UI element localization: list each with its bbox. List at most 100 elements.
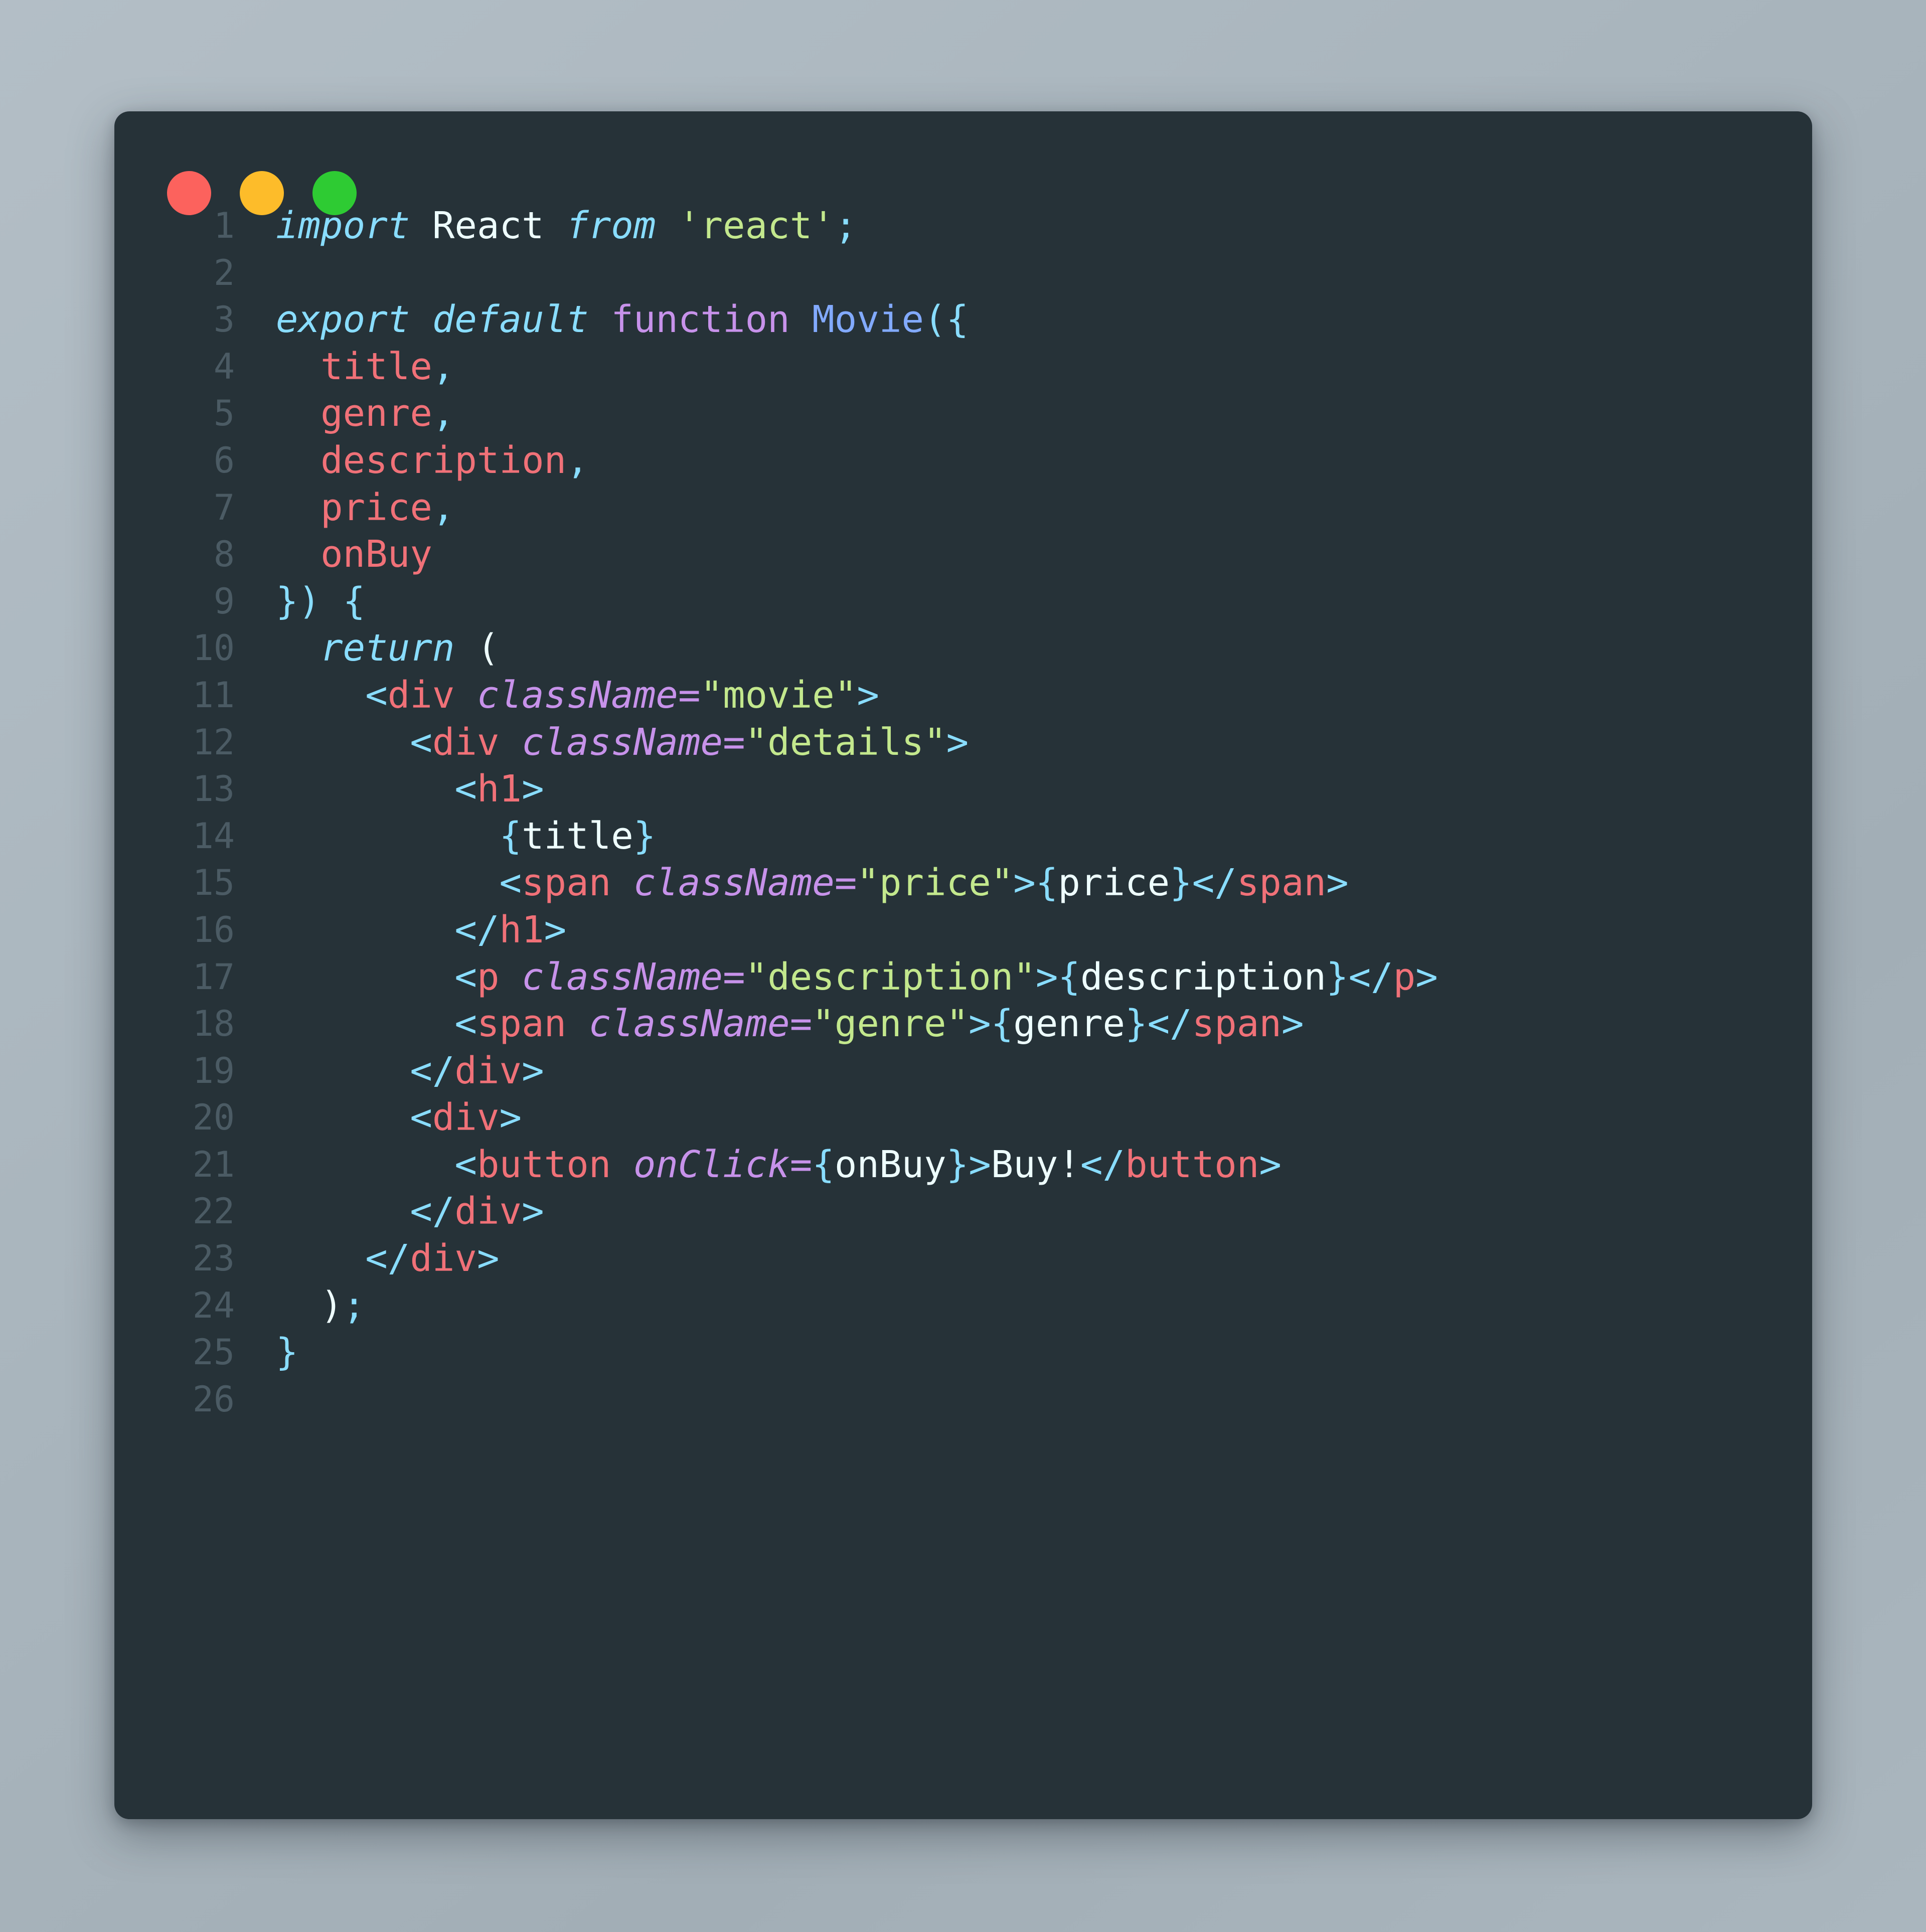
line-number: 9	[213, 580, 235, 622]
line-number: 2	[213, 252, 235, 293]
code-line: 2	[114, 250, 1812, 297]
code-token: {	[1058, 955, 1080, 999]
line-content: <div className="movie">	[276, 672, 879, 719]
code-token: =	[723, 955, 745, 999]
code-token: }	[276, 1331, 298, 1374]
code-line: 23 </div>	[114, 1235, 1812, 1282]
code-line: 17 <p className="description">{descripti…	[114, 954, 1812, 1001]
code-token: }	[1326, 955, 1349, 999]
code-token: description	[320, 438, 567, 482]
code-token: from	[566, 204, 678, 247]
line-number: 21	[192, 1144, 235, 1185]
code-token: >	[857, 673, 879, 717]
line-content: <button onClick={onBuy}>Buy!</button>	[276, 1142, 1281, 1189]
code-token: React	[432, 204, 567, 247]
code-token: span	[1236, 861, 1327, 905]
line-content: onBuy	[276, 531, 432, 578]
line-number: 6	[213, 439, 235, 481]
line-content: </div>	[276, 1048, 544, 1095]
code-line: 10 return (	[114, 625, 1812, 672]
code-token: className	[633, 861, 835, 905]
line-content: </div>	[276, 1188, 544, 1235]
line-content: </div>	[276, 1235, 499, 1282]
code-token: <	[454, 955, 477, 999]
line-number: 4	[213, 346, 235, 387]
code-token: >	[544, 908, 567, 951]
code-line: 24 );	[114, 1282, 1812, 1330]
code-line: 9 }) {	[114, 578, 1812, 625]
code-token: >	[522, 1049, 544, 1092]
code-token: }) {	[276, 579, 366, 623]
line-content: <span className="price">{price}</span>	[276, 860, 1349, 907]
line-content: genre,	[276, 390, 454, 437]
line-number: 19	[192, 1050, 235, 1091]
code-token: "movie"	[700, 673, 857, 717]
code-editor[interactable]: 1 import React from 'react'; 2 3 export defa…	[114, 203, 1812, 1423]
code-token: </	[365, 1237, 410, 1280]
code-token: div	[410, 1237, 477, 1280]
code-token: </	[454, 908, 500, 951]
line-number: 1	[213, 205, 235, 246]
code-token: "description"	[745, 955, 1036, 999]
line-number: 25	[192, 1332, 235, 1373]
code-line: 14 {title}	[114, 813, 1812, 860]
code-token: Buy!	[991, 1143, 1080, 1186]
line-content: <div>	[276, 1094, 522, 1142]
line-content: description,	[276, 437, 589, 485]
line-content: <h1>	[276, 766, 544, 813]
code-token: div	[454, 1190, 522, 1233]
code-line: 4 title,	[114, 344, 1812, 391]
code-token: ,	[432, 345, 455, 388]
code-token: <	[454, 767, 477, 811]
line-number: 17	[192, 956, 235, 998]
line-number: 10	[192, 627, 235, 669]
code-token: div	[454, 1049, 522, 1092]
code-token: div	[432, 1096, 500, 1140]
code-token: <	[454, 1002, 477, 1046]
code-token: >	[1013, 861, 1036, 905]
code-token: return	[320, 626, 477, 670]
code-token: =	[678, 673, 701, 717]
code-line: 11 <div className="movie">	[114, 672, 1812, 719]
code-token: span	[476, 1002, 567, 1046]
code-token: >	[522, 767, 544, 811]
code-token: title	[522, 814, 633, 858]
code-token: genre	[320, 392, 432, 435]
code-line: 12 <div className="details">	[114, 719, 1812, 766]
line-content: <span className="genre">{genre}</span>	[276, 1001, 1304, 1048]
line-content: <p className="description">{description}…	[276, 954, 1437, 1001]
line-number: 22	[192, 1191, 235, 1232]
code-token: onClick	[633, 1143, 790, 1186]
code-token: {	[1035, 861, 1058, 905]
line-content: <div className="details">	[276, 719, 969, 766]
code-token: }	[633, 814, 656, 858]
code-line: 20 <div>	[114, 1094, 1812, 1142]
line-number: 12	[192, 721, 235, 763]
code-token: }	[1170, 861, 1192, 905]
line-number: 20	[192, 1097, 235, 1139]
code-token: {	[812, 1143, 835, 1186]
line-number: 5	[213, 393, 235, 434]
code-token: "details"	[745, 720, 946, 764]
code-token: price	[1058, 861, 1170, 905]
code-token: )	[320, 1283, 343, 1327]
code-line: 21 <button onClick={onBuy}>Buy!</button>	[114, 1142, 1812, 1189]
code-token: button	[1125, 1143, 1259, 1186]
line-number: 7	[213, 487, 235, 528]
code-token: >	[1259, 1143, 1281, 1186]
